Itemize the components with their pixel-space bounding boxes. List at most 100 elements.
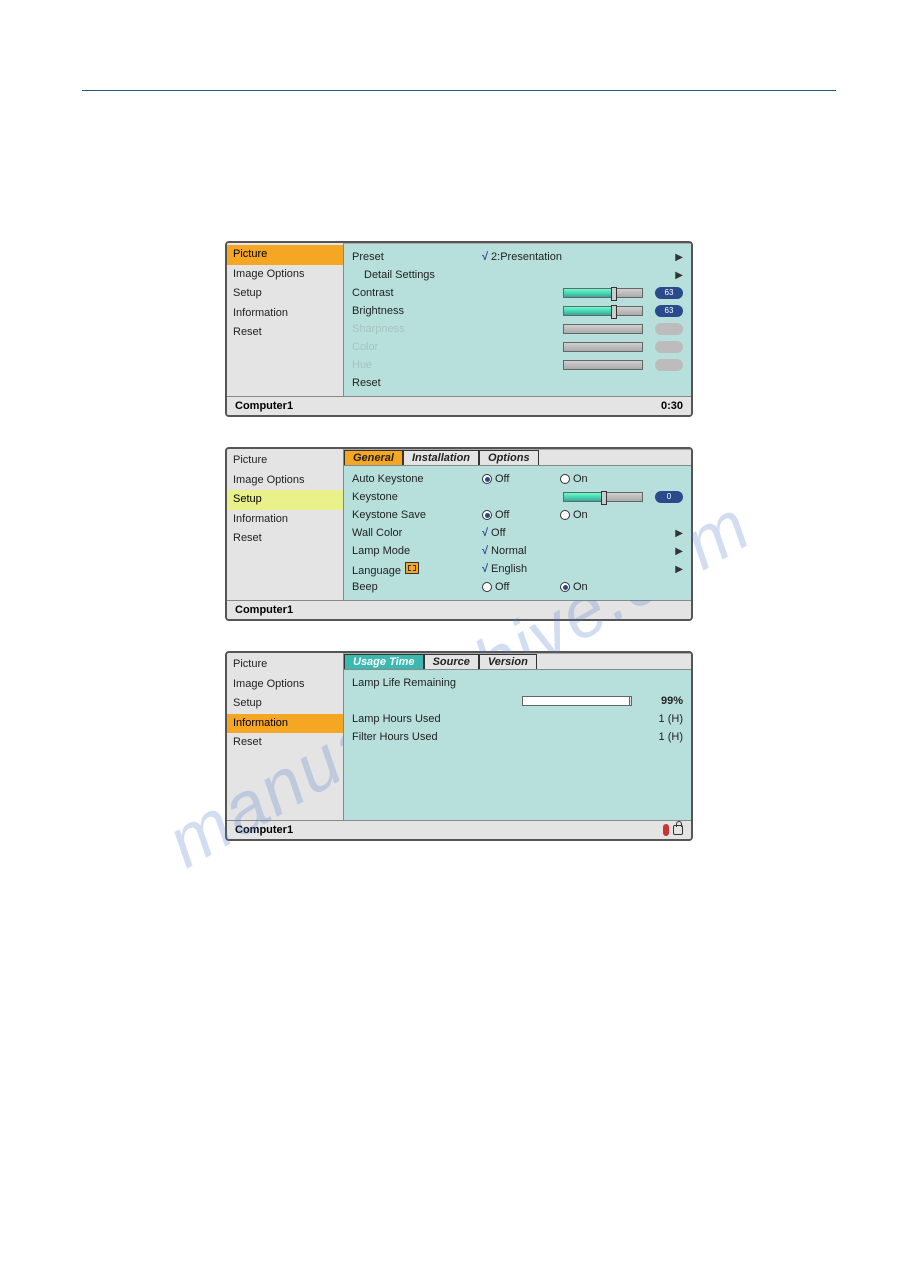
keystone-value: 0 — [655, 491, 683, 503]
arrow-right-icon: ▶ — [675, 546, 683, 557]
lamp-life-label: Lamp Life Remaining — [352, 677, 522, 689]
language-label: Language — [352, 562, 482, 577]
beep-off-radio[interactable]: Off — [482, 581, 530, 593]
lamp-life-bar-row: 99% — [352, 692, 683, 710]
reset-row[interactable]: Reset — [352, 374, 683, 392]
arrow-right-icon: ▶ — [675, 252, 683, 263]
auto-keystone-label: Auto Keystone — [352, 473, 482, 485]
main-menu: Picture Image Options Setup Information … — [227, 243, 343, 396]
menu-item-setup[interactable]: Setup — [227, 490, 343, 510]
wall-color-row[interactable]: Wall Color √Off ▶ — [352, 524, 683, 542]
lamp-mode-row[interactable]: Lamp Mode √Normal ▶ — [352, 542, 683, 560]
color-pill — [655, 341, 683, 353]
keystone-save-row[interactable]: Keystone Save Off On — [352, 506, 683, 524]
lamp-life-value: 99% — [661, 695, 683, 707]
menu-panel-setup: Picture Image Options Setup Information … — [225, 447, 693, 621]
contrast-slider[interactable] — [563, 288, 643, 298]
detail-settings-row[interactable]: Detail Settings ▶ — [352, 266, 683, 284]
sharpness-pill — [655, 323, 683, 335]
tab-usage-time[interactable]: Usage Time — [344, 654, 424, 669]
source-name: Computer1 — [235, 604, 293, 616]
menu-item-information[interactable]: Information — [227, 510, 343, 530]
menu-item-picture[interactable]: Picture — [227, 655, 343, 675]
preset-label: Preset — [352, 251, 482, 263]
color-row: Color — [352, 338, 683, 356]
contrast-value: 63 — [655, 287, 683, 299]
tab-source[interactable]: Source — [424, 654, 479, 669]
wall-color-label: Wall Color — [352, 527, 482, 539]
sharpness-row: Sharpness — [352, 320, 683, 338]
filter-hours-label: Filter Hours Used — [352, 731, 522, 743]
brightness-row[interactable]: Brightness 63 — [352, 302, 683, 320]
hue-pill — [655, 359, 683, 371]
menu-item-setup[interactable]: Setup — [227, 284, 343, 304]
tab-options[interactable]: Options — [479, 450, 539, 465]
status-bar: Computer1 0:30 — [227, 396, 691, 415]
menu-item-picture[interactable]: Picture — [227, 451, 343, 471]
menu-item-image-options[interactable]: Image Options — [227, 471, 343, 491]
beep-on-radio[interactable]: On — [560, 581, 608, 593]
menu-item-reset[interactable]: Reset — [227, 529, 343, 549]
setup-tabs: General Installation Options — [344, 450, 691, 466]
menu-item-image-options[interactable]: Image Options — [227, 675, 343, 695]
main-menu: Picture Image Options Setup Information … — [227, 449, 343, 600]
menu-item-picture[interactable]: Picture — [227, 245, 343, 265]
arrow-right-icon: ▶ — [675, 528, 683, 539]
brightness-label: Brightness — [352, 305, 482, 317]
beep-row[interactable]: Beep Off On — [352, 578, 683, 596]
brightness-value: 63 — [655, 305, 683, 317]
keystone-save-on-radio[interactable]: On — [560, 509, 608, 521]
menu-item-image-options[interactable]: Image Options — [227, 265, 343, 285]
tab-general[interactable]: General — [344, 450, 403, 465]
main-menu: Picture Image Options Setup Information … — [227, 653, 343, 820]
hue-slider — [563, 360, 643, 370]
preset-value: 2:Presentation — [491, 251, 562, 263]
picture-settings-pane: Preset √2:Presentation ▶ Detail Settings… — [343, 243, 691, 396]
tab-version[interactable]: Version — [479, 654, 537, 669]
menu-panel-information: Picture Image Options Setup Information … — [225, 651, 693, 841]
arrow-right-icon: ▶ — [675, 564, 683, 575]
keystone-row[interactable]: Keystone 0 — [352, 488, 683, 506]
tab-installation[interactable]: Installation — [403, 450, 479, 465]
sharpness-label: Sharpness — [352, 323, 482, 335]
hue-row: Hue — [352, 356, 683, 374]
color-label: Color — [352, 341, 482, 353]
hue-label: Hue — [352, 359, 482, 371]
keystone-slider[interactable] — [563, 492, 643, 502]
reset-label: Reset — [352, 377, 482, 389]
lamp-mode-label: Lamp Mode — [352, 545, 482, 557]
wall-color-value: Off — [491, 527, 505, 539]
menu-item-reset[interactable]: Reset — [227, 733, 343, 753]
contrast-label: Contrast — [352, 287, 482, 299]
beep-label: Beep — [352, 581, 482, 593]
information-tabs: Usage Time Source Version — [344, 654, 691, 670]
lamp-life-label-row: Lamp Life Remaining — [352, 674, 683, 692]
menu-item-information[interactable]: Information — [227, 304, 343, 324]
contrast-row[interactable]: Contrast 63 — [352, 284, 683, 302]
lamp-life-progress-bar — [522, 696, 632, 706]
menu-panel-picture: Picture Image Options Setup Information … — [225, 241, 693, 417]
color-slider — [563, 342, 643, 352]
language-row[interactable]: Language √English ▶ — [352, 560, 683, 578]
auto-keystone-on-radio[interactable]: On — [560, 473, 608, 485]
time-value: 0:30 — [661, 400, 683, 412]
source-name: Computer1 — [235, 400, 293, 412]
auto-keystone-row[interactable]: Auto Keystone Off On — [352, 470, 683, 488]
filter-hours-row: Filter Hours Used 1 (H) — [352, 728, 683, 746]
lamp-hours-value: 1 (H) — [659, 713, 683, 725]
lamp-hours-row: Lamp Hours Used 1 (H) — [352, 710, 683, 728]
detail-settings-label: Detail Settings — [352, 269, 482, 281]
brightness-slider[interactable] — [563, 306, 643, 316]
language-icon — [405, 562, 419, 574]
menu-item-setup[interactable]: Setup — [227, 694, 343, 714]
information-pane: Usage Time Source Version Lamp Life Rema… — [343, 653, 691, 820]
status-bar: Computer1 — [227, 820, 691, 839]
menu-item-reset[interactable]: Reset — [227, 323, 343, 343]
preset-row[interactable]: Preset √2:Presentation ▶ — [352, 248, 683, 266]
setup-pane: General Installation Options Auto Keysto… — [343, 449, 691, 600]
keystone-save-off-radio[interactable]: Off — [482, 509, 530, 521]
lock-icon — [673, 825, 683, 835]
menu-item-information[interactable]: Information — [227, 714, 343, 734]
sharpness-slider — [563, 324, 643, 334]
auto-keystone-off-radio[interactable]: Off — [482, 473, 530, 485]
